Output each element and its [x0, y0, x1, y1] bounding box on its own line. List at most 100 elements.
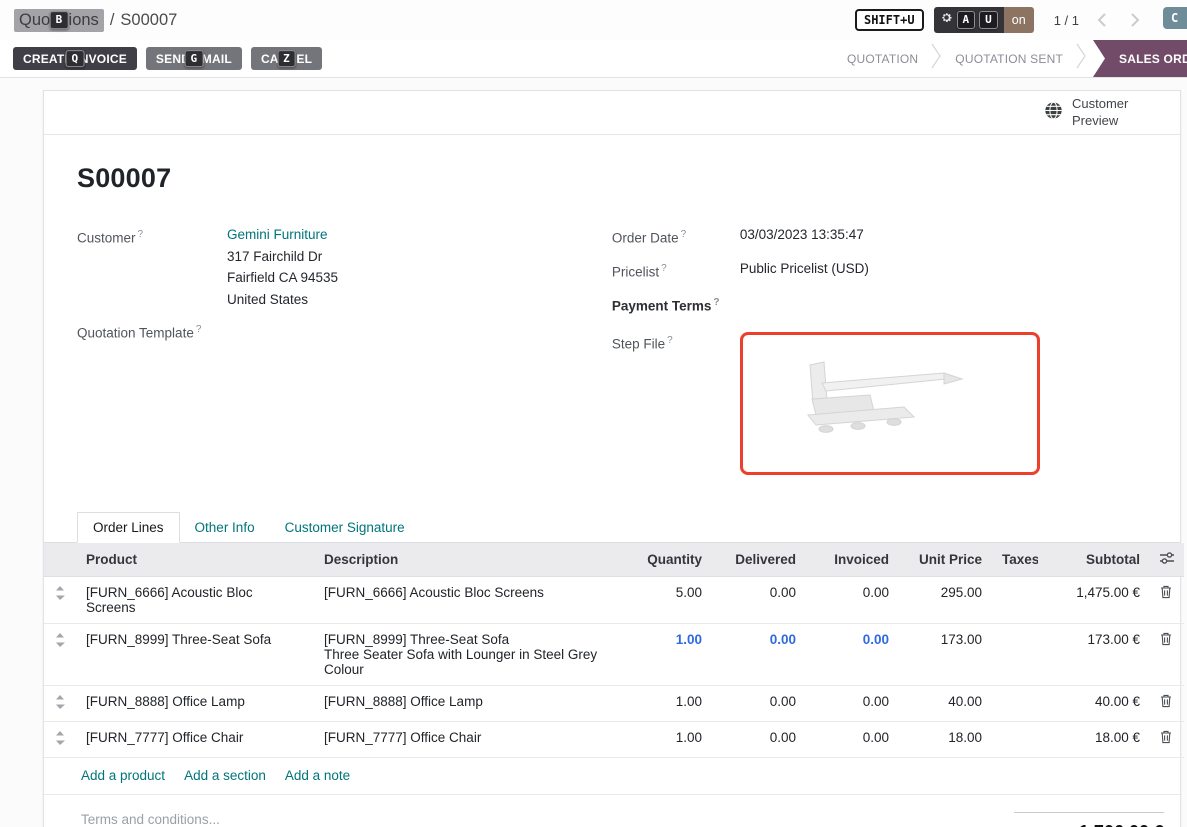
- status-step-quotation-sent[interactable]: QUOTATION SENT: [942, 52, 1076, 66]
- description-cell[interactable]: [FURN_8888] Office Lamp: [314, 686, 624, 722]
- unit-price-cell[interactable]: 173.00: [899, 624, 992, 686]
- optional-columns-icon[interactable]: [1150, 543, 1184, 577]
- order-line-row[interactable]: [FURN_8999] Three-Seat Sofa[FURN_8999] T…: [44, 624, 1184, 686]
- add-section-link[interactable]: Add a section: [184, 768, 266, 783]
- unit-price-cell[interactable]: 18.00: [899, 722, 992, 758]
- delete-line-button[interactable]: [1150, 624, 1184, 686]
- subtotal-cell[interactable]: 173.00 €: [1038, 624, 1150, 686]
- unit-price-column-header[interactable]: Unit Price: [899, 543, 992, 577]
- quantity-column-header[interactable]: Quantity: [624, 543, 712, 577]
- tab-order-lines[interactable]: Order Lines: [77, 512, 180, 543]
- breadcrumb-separator: /: [110, 11, 115, 30]
- status-step-quotation[interactable]: QUOTATION: [834, 52, 931, 66]
- keyboard-hint-action-u: U: [979, 11, 998, 29]
- invoiced-cell[interactable]: 0.00: [806, 686, 899, 722]
- unit-price-cell[interactable]: 295.00: [899, 577, 992, 624]
- invoiced-cell[interactable]: 0.00: [806, 577, 899, 624]
- breadcrumb: Quotations B / S00007: [14, 9, 177, 32]
- record-pager: 1 / 1: [1054, 13, 1079, 28]
- delete-line-button[interactable]: [1150, 686, 1184, 722]
- step-file-image[interactable]: [740, 332, 1040, 475]
- taxes-cell[interactable]: [992, 722, 1038, 758]
- order-date-label: Order Date?: [612, 224, 740, 249]
- description-column-header[interactable]: Description: [314, 543, 624, 577]
- delivered-cell[interactable]: 0.00: [712, 686, 806, 722]
- product-column-header[interactable]: Product: [76, 543, 314, 577]
- row-drag-handle[interactable]: [44, 577, 76, 624]
- delivered-column-header[interactable]: Delivered: [712, 543, 806, 577]
- quantity-cell[interactable]: 5.00: [624, 577, 712, 624]
- status-step-sales-order[interactable]: SALES ORDER: [1093, 40, 1187, 77]
- delivered-cell[interactable]: 0.00: [712, 722, 806, 758]
- subtotal-column-header[interactable]: Subtotal: [1038, 543, 1150, 577]
- row-drag-handle[interactable]: [44, 624, 76, 686]
- order-line-row[interactable]: [FURN_6666] Acoustic Bloc Screens[FURN_6…: [44, 577, 1184, 624]
- quotation-template-field-row: Quotation Template?: [77, 319, 582, 344]
- row-drag-handle[interactable]: [44, 722, 76, 758]
- help-marker: ?: [661, 263, 667, 274]
- breadcrumb-quotations[interactable]: Quotations B: [14, 9, 104, 32]
- pricelist-field-row: Pricelist? Public Pricelist (USD): [612, 258, 1147, 283]
- add-product-link[interactable]: Add a product: [81, 768, 165, 783]
- page-title: S00007: [77, 163, 1147, 194]
- delete-line-button[interactable]: [1150, 577, 1184, 624]
- pricelist-value[interactable]: Public Pricelist (USD): [740, 258, 869, 283]
- add-note-link[interactable]: Add a note: [285, 768, 350, 783]
- help-marker: ?: [138, 229, 144, 240]
- help-marker: ?: [713, 297, 719, 308]
- form-sheet-card: Customer Preview S00007 Customer? Gemini…: [43, 90, 1181, 827]
- action-menu-button[interactable]: A U on: [934, 7, 1034, 33]
- delete-line-button[interactable]: [1150, 722, 1184, 758]
- invoiced-cell[interactable]: 0.00: [806, 722, 899, 758]
- quantity-cell[interactable]: 1.00: [624, 624, 712, 686]
- pager-previous-button[interactable]: [1089, 8, 1113, 32]
- quantity-cell[interactable]: 1.00: [624, 686, 712, 722]
- customer-address-line: Fairfield CA 94535: [227, 267, 338, 289]
- control-panel: CREATE INVOICE Q SEND EMAIL G CANCEL Z Q…: [0, 40, 1187, 78]
- step-file-3d-render: [782, 351, 997, 456]
- delivered-cell[interactable]: 0.00: [712, 624, 806, 686]
- order-line-row[interactable]: [FURN_8888] Office Lamp[FURN_8888] Offic…: [44, 686, 1184, 722]
- row-drag-handle[interactable]: [44, 686, 76, 722]
- sheet-header: Customer Preview: [44, 91, 1180, 135]
- form-sheet: S00007 Customer? Gemini Furniture 317 Fa…: [44, 135, 1180, 484]
- product-cell[interactable]: [FURN_7777] Office Chair: [76, 722, 314, 758]
- tab-other-info[interactable]: Other Info: [180, 513, 270, 542]
- subtotal-cell[interactable]: 40.00 €: [1038, 686, 1150, 722]
- pager-next-button[interactable]: [1123, 8, 1147, 32]
- subtotal-cell[interactable]: 1,475.00 €: [1038, 577, 1150, 624]
- subtotal-cell[interactable]: 18.00 €: [1038, 722, 1150, 758]
- order-date-value[interactable]: 03/03/2023 13:35:47: [740, 224, 864, 249]
- keyboard-hint-send-email: G: [185, 50, 204, 68]
- delivered-cell[interactable]: 0.00: [712, 577, 806, 624]
- description-cell[interactable]: [FURN_6666] Acoustic Bloc Screens: [314, 577, 624, 624]
- taxes-column-header[interactable]: Taxes: [992, 543, 1038, 577]
- description-cell[interactable]: [FURN_7777] Office Chair: [314, 722, 624, 758]
- customer-preview-label: Customer Preview: [1072, 96, 1142, 129]
- product-cell[interactable]: [FURN_8999] Three-Seat Sofa: [76, 624, 314, 686]
- taxes-cell[interactable]: [992, 577, 1038, 624]
- globe-icon: [1044, 101, 1063, 125]
- customer-field-row: Customer? Gemini Furniture 317 Fairchild…: [77, 224, 582, 310]
- description-cell[interactable]: [FURN_8999] Three-Seat SofaThree Seater …: [314, 624, 624, 686]
- fields-grid: Customer? Gemini Furniture 317 Fairchild…: [77, 224, 1147, 484]
- order-line-row[interactable]: [FURN_7777] Office Chair[FURN_7777] Offi…: [44, 722, 1184, 758]
- invoiced-cell[interactable]: 0.00: [806, 624, 899, 686]
- keyboard-hint-cancel: Z: [277, 50, 296, 68]
- customer-link[interactable]: Gemini Furniture: [227, 227, 328, 242]
- terms-placeholder[interactable]: Terms and conditions...: [81, 812, 220, 827]
- tab-customer-signature[interactable]: Customer Signature: [270, 513, 420, 542]
- form-view-background: Customer Preview S00007 Customer? Gemini…: [0, 78, 1187, 827]
- product-cell[interactable]: [FURN_8888] Office Lamp: [76, 686, 314, 722]
- taxes-cell[interactable]: [992, 686, 1038, 722]
- taxes-cell[interactable]: [992, 624, 1038, 686]
- create-invoice-button[interactable]: CREATE INVOICE Q: [13, 47, 137, 70]
- send-email-button[interactable]: SEND EMAIL G: [146, 47, 242, 70]
- quantity-cell[interactable]: 1.00: [624, 722, 712, 758]
- cancel-button[interactable]: CANCEL Z: [251, 47, 322, 70]
- product-cell[interactable]: [FURN_6666] Acoustic Bloc Screens: [76, 577, 314, 624]
- total-value: 1,706.00 €: [1079, 822, 1164, 827]
- invoiced-column-header[interactable]: Invoiced: [806, 543, 899, 577]
- customer-preview-button[interactable]: Customer Preview: [1044, 96, 1142, 129]
- unit-price-cell[interactable]: 40.00: [899, 686, 992, 722]
